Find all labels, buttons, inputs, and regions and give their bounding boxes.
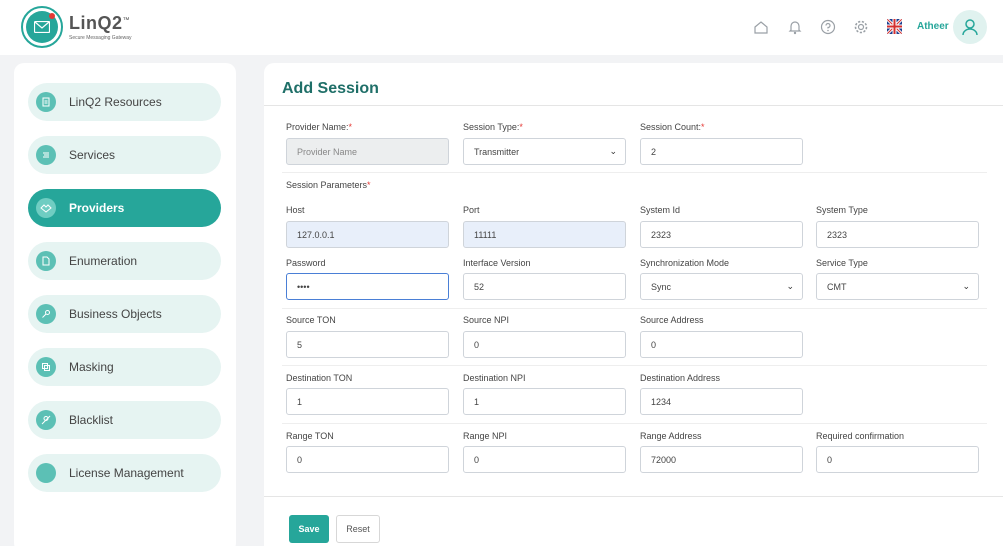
top-header: LinQ2™ Secure Messaging Gateway Atheer (0, 0, 1003, 55)
user-avatar-icon[interactable] (953, 10, 987, 44)
range-ton-input[interactable]: 0 (286, 446, 449, 473)
sidebar-item-business-objects[interactable]: Business Objects (28, 295, 221, 333)
sidebar-item-masking[interactable]: Masking (28, 348, 221, 386)
sidebar-item-label: Providers (69, 201, 125, 215)
sync-mode-select[interactable]: Sync ⌄ (640, 273, 803, 300)
logo-mark (21, 6, 63, 48)
divider (264, 496, 1003, 497)
source-address-input[interactable]: 0 (640, 331, 803, 358)
system-id-input[interactable]: 2323 (640, 221, 803, 248)
source-ton-input[interactable]: 5 (286, 331, 449, 358)
destination-npi-label: Destination NPI (463, 373, 526, 383)
session-count-input[interactable]: 2 (640, 138, 803, 165)
provider-name-label: Provider Name:* (286, 122, 353, 132)
sidebar-item-blacklist[interactable]: Blacklist (28, 401, 221, 439)
document-icon (36, 251, 56, 271)
save-button[interactable]: Save (289, 515, 329, 543)
service-type-label: Service Type (816, 258, 868, 268)
key-icon (36, 304, 56, 324)
sidebar-item-enumeration[interactable]: Enumeration (28, 242, 221, 280)
page-title: Add Session (282, 80, 379, 97)
destination-ton-input[interactable]: 1 (286, 388, 449, 415)
help-icon[interactable] (820, 19, 836, 35)
logo-name: LinQ2™ (69, 13, 131, 33)
divider (282, 308, 987, 309)
session-count-label: Session Count:* (640, 122, 705, 132)
handshake-icon (36, 198, 56, 218)
source-npi-input[interactable]: 0 (463, 331, 626, 358)
source-ton-label: Source TON (286, 315, 336, 325)
destination-ton-label: Destination TON (286, 373, 353, 383)
username[interactable]: Atheer (917, 21, 949, 32)
bell-icon[interactable] (787, 19, 803, 35)
interface-version-label: Interface Version (463, 258, 531, 268)
chevron-down-icon: ⌄ (609, 146, 617, 156)
destination-npi-input[interactable]: 1 (463, 388, 626, 415)
uk-flag-icon[interactable] (887, 19, 902, 34)
copy-icon (36, 357, 56, 377)
logo[interactable]: LinQ2™ Secure Messaging Gateway (21, 6, 132, 48)
home-icon[interactable] (753, 19, 769, 35)
interface-version-input[interactable]: 52 (463, 273, 626, 300)
divider (282, 365, 987, 366)
destination-address-label: Destination Address (640, 373, 721, 383)
sidebar-item-providers[interactable]: Providers (28, 189, 221, 227)
password-label: Password (286, 258, 326, 268)
sidebar-item-label: Masking (69, 360, 114, 374)
services-icon (36, 145, 56, 165)
user-block-icon (36, 410, 56, 430)
sidebar-item-label: Blacklist (69, 413, 114, 427)
session-type-select[interactable]: Transmitter ⌄ (463, 138, 626, 165)
session-type-label: Session Type:* (463, 122, 523, 132)
chevron-down-icon: ⌄ (786, 281, 794, 291)
gear-icon[interactable] (853, 19, 869, 35)
chevron-down-icon: ⌄ (962, 281, 970, 291)
source-npi-label: Source NPI (463, 315, 510, 325)
license-icon (36, 463, 56, 483)
port-label: Port (463, 205, 480, 215)
sidebar-item-label: License Management (69, 466, 184, 480)
divider (282, 423, 987, 424)
reset-button[interactable]: Reset (336, 515, 380, 543)
system-id-label: System Id (640, 205, 681, 215)
host-input[interactable]: 127.0.0.1 (286, 221, 449, 248)
destination-address-input[interactable]: 1234 (640, 388, 803, 415)
password-input[interactable]: •••• (286, 273, 449, 300)
range-npi-input[interactable]: 0 (463, 446, 626, 473)
divider (282, 172, 987, 173)
range-address-input[interactable]: 72000 (640, 446, 803, 473)
required-confirmation-input[interactable]: 0 (816, 446, 979, 473)
resources-icon (36, 92, 56, 112)
sidebar: LinQ2 Resources Services Providers Enume… (14, 63, 236, 546)
sidebar-item-license-management[interactable]: License Management (28, 454, 221, 492)
system-type-label: System Type (816, 205, 868, 215)
provider-name-input[interactable]: Provider Name (286, 138, 449, 165)
source-address-label: Source Address (640, 315, 704, 325)
session-parameters-label: Session Parameters* (286, 180, 371, 190)
logo-notification-dot (49, 13, 55, 19)
host-label: Host (286, 205, 305, 215)
logo-tagline: Secure Messaging Gateway (69, 35, 132, 41)
divider (264, 105, 1003, 106)
system-type-input[interactable]: 2323 (816, 221, 979, 248)
sidebar-item-linq2-resources[interactable]: LinQ2 Resources (28, 83, 221, 121)
sidebar-item-label: Enumeration (69, 254, 138, 268)
sidebar-item-label: Business Objects (69, 307, 162, 321)
range-ton-label: Range TON (286, 431, 334, 441)
port-input[interactable]: 11111 (463, 221, 626, 248)
sync-mode-label: Synchronization Mode (640, 258, 730, 268)
service-type-select[interactable]: CMT ⌄ (816, 273, 979, 300)
sidebar-item-label: Services (69, 148, 116, 162)
sidebar-item-services[interactable]: Services (28, 136, 221, 174)
range-npi-label: Range NPI (463, 431, 508, 441)
add-session-panel: Add Session Provider Name:* Provider Nam… (264, 63, 1003, 546)
required-confirmation-label: Required confirmation (816, 431, 905, 441)
sidebar-item-label: LinQ2 Resources (69, 95, 162, 109)
range-address-label: Range Address (640, 431, 702, 441)
